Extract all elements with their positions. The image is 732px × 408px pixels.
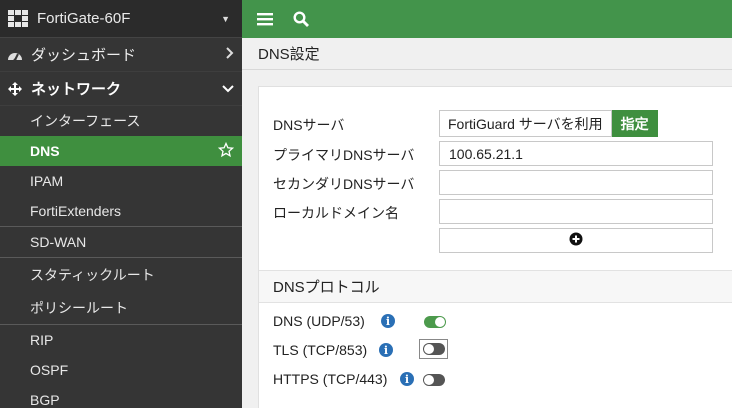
local-domain-input[interactable] [439, 199, 713, 224]
option-fortiguard[interactable]: FortiGuard サーバを利用 [439, 110, 612, 137]
sidebar-item-label: IPAM [30, 173, 64, 189]
sidebar-item-label: ダッシュボード [31, 47, 137, 64]
sidebar-item-label: SD-WAN [30, 234, 87, 250]
protocol-label: HTTPS (TCP/443) [273, 371, 388, 387]
info-icon[interactable]: i [379, 343, 393, 357]
sidebar-item-dns[interactable]: DNS [0, 136, 242, 166]
add-domain-button[interactable] [439, 228, 713, 253]
protocol-label: DNS (UDP/53) [273, 313, 365, 329]
dns-server-mode-selector[interactable]: FortiGuard サーバを利用 指定 [439, 110, 658, 137]
sidebar-item-bgp[interactable]: BGP [0, 385, 242, 408]
info-icon[interactable]: i [400, 372, 414, 386]
local-domain-label: ローカルドメイン名 [273, 205, 399, 221]
favorite-star-icon[interactable] [217, 141, 235, 161]
dns-udp53-toggle[interactable] [424, 316, 446, 328]
https-tcp443-toggle[interactable] [423, 374, 445, 386]
sidebar-item-sd-wan[interactable]: SD-WAN [0, 227, 242, 257]
protocol-label: TLS (TCP/853) [273, 342, 368, 358]
protocol-row-dns: DNS (UDP/53) [273, 310, 365, 332]
tls-tcp853-toggle[interactable] [423, 343, 445, 355]
secondary-dns-input[interactable] [439, 170, 713, 195]
sidebar-item-label: ポリシールート [30, 299, 128, 316]
info-icon[interactable]: i [381, 314, 395, 328]
sidebar-item-network[interactable]: ネットワーク [0, 72, 242, 106]
sidebar-item-label: RIP [30, 332, 54, 348]
caret-down-icon: ▼ [221, 13, 230, 24]
page-title: DNS設定 [242, 38, 732, 70]
sidebar-item-label: BGP [30, 392, 60, 408]
option-specify[interactable]: 指定 [611, 110, 658, 137]
sidebar-item-ospf[interactable]: OSPF [0, 355, 242, 385]
device-selector[interactable]: FortiGate-60F ▼ [0, 0, 242, 38]
dashboard-icon [6, 48, 24, 62]
sidebar-item-interfaces[interactable]: インターフェース [0, 106, 242, 136]
sidebar-item-label: ネットワーク [31, 81, 122, 98]
dns-protocol-section-title: DNSプロトコル [259, 270, 732, 303]
chevron-down-icon [222, 82, 234, 96]
chevron-right-icon [226, 47, 234, 62]
sidebar: FortiGate-60F ▼ ダッシュボード ネットワーク インターフェース … [0, 0, 242, 408]
sidebar-item-policy-routes[interactable]: ポリシールート [0, 291, 242, 324]
sidebar-item-label: OSPF [30, 362, 69, 378]
plus-circle-icon [569, 232, 583, 249]
primary-dns-input[interactable]: 100.65.21.1 [439, 141, 713, 166]
primary-dns-label: プライマリDNSサーバ [273, 147, 415, 163]
device-name: FortiGate-60F [37, 10, 131, 27]
sidebar-item-label: スタティックルート [30, 266, 155, 283]
sidebar-item-label: DNS [30, 143, 60, 159]
fortinet-logo-icon [8, 9, 30, 28]
sidebar-item-dashboard[interactable]: ダッシュボード [0, 38, 242, 72]
search-icon[interactable] [290, 8, 312, 30]
sidebar-item-static-routes[interactable]: スタティックルート [0, 258, 242, 291]
dns-settings-form: DNSサーバ FortiGuard サーバを利用 指定 プライマリDNSサーバ … [258, 86, 732, 408]
sidebar-item-ipam[interactable]: IPAM [0, 166, 242, 196]
menu-icon[interactable] [254, 8, 276, 30]
protocol-row-tls: TLS (TCP/853) [273, 339, 367, 361]
secondary-dns-label: セカンダリDNSサーバ [273, 176, 415, 192]
sidebar-item-fortiextenders[interactable]: FortiExtenders [0, 196, 242, 226]
sidebar-item-label: FortiExtenders [30, 203, 122, 219]
top-toolbar [242, 0, 732, 38]
sidebar-item-label: インターフェース [30, 113, 141, 129]
sidebar-item-rip[interactable]: RIP [0, 325, 242, 355]
protocol-row-https: HTTPS (TCP/443) [273, 368, 387, 390]
network-arrows-icon [6, 81, 24, 97]
dns-server-label: DNSサーバ [273, 117, 345, 133]
